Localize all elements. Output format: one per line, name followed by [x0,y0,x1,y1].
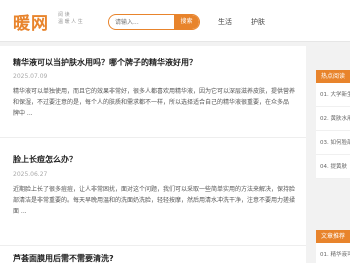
hot-item[interactable]: 02. 黄肤水用 [316,107,350,131]
article-title[interactable]: 芦荟面膜用后需不需要清洗? [13,253,114,263]
slogan-line-2: 温 暖 人 生 [58,19,83,25]
article-list: 精华液可以当护肤水用吗？哪个牌子的精华液好用？ 2025.07.09 精华液可以… [0,46,306,263]
search-input[interactable] [109,15,175,29]
recommended-item[interactable]: 01. 精华液可 [316,243,350,263]
excerpt-line: 面 ... [13,208,27,215]
article-date: 2025.07.09 [13,73,48,80]
article-title[interactable]: 精华液可以当护肤水用吗？哪个牌子的精华液好用？ [13,57,197,68]
article-card: 芦荟面膜用后需不需要清洗? [0,246,306,263]
slogan-line-1: 阅 读 [58,12,70,18]
article-card: 脸上长痘怎么办？ 2025.06.27 近期脸上长了很多痘痘，让人非常困扰，面对… [0,138,306,246]
site-logo[interactable]: 暖网 [13,9,49,34]
search-button[interactable]: 搜索 [174,15,199,29]
nav-item-life[interactable]: 生活 [218,17,232,27]
article-excerpt: 近期脸上长了很多痘痘，让人非常困扰，面对这个问题，我们可以采取一些简单实用的方法… [13,184,298,217]
search-box: 搜索 [108,14,200,30]
site-slogan: 阅 读 温 暖 人 生 [58,12,83,26]
nav-item-skincare[interactable]: 护肤 [251,17,265,27]
header: 暖网 阅 读 温 暖 人 生 搜索 生活 护肤 [0,0,350,42]
excerpt-line: 精华液可以单独使用，而且它的效果非常好，很多人都喜欢用精华液，因为它可以深层滋养… [13,88,296,95]
hot-item[interactable]: 03. 如何脸部 [316,131,350,155]
excerpt-line: 近期脸上长了很多痘痘，让人非常困扰，面对这个问题，我们可以采取一些简单实用的方法… [13,186,296,193]
article-title[interactable]: 脸上长痘怎么办？ [13,154,77,165]
hot-item[interactable]: 04. 提黄肤 [316,155,350,179]
recommended-title: 文章推荐 [316,230,350,243]
excerpt-line: 部清洁是非常重要的。每天早晚用温和的洗面奶洗脸，轻轻按摩，然后用清水冲洗干净，注… [13,197,296,204]
article-card: 精华液可以当护肤水用吗？哪个牌子的精华液好用？ 2025.07.09 精华液可以… [0,46,306,138]
article-date: 2025.06.27 [13,171,48,178]
sidebar: 热点阅读 01. 大学新生 02. 黄肤水用 03. 如何脸部 04. 提黄肤 … [316,46,350,263]
hot-item[interactable]: 01. 大学新生 [316,83,350,107]
article-excerpt: 精华液可以单独使用，而且它的效果非常好，很多人都喜欢用精华液，因为它可以深层滋养… [13,86,298,119]
hot-reading-panel: 热点阅读 01. 大学新生 02. 黄肤水用 03. 如何脸部 04. 提黄肤 [316,70,350,179]
hot-reading-title: 热点阅读 [316,70,350,83]
recommended-panel: 文章推荐 01. 精华液可 [316,230,350,263]
excerpt-line: 和保湿，不过要注意的是，每个人的肤质和需求都不一样，所以选择适合自己的精华液很重… [13,99,290,106]
excerpt-line: 牌中 ... [13,110,33,117]
